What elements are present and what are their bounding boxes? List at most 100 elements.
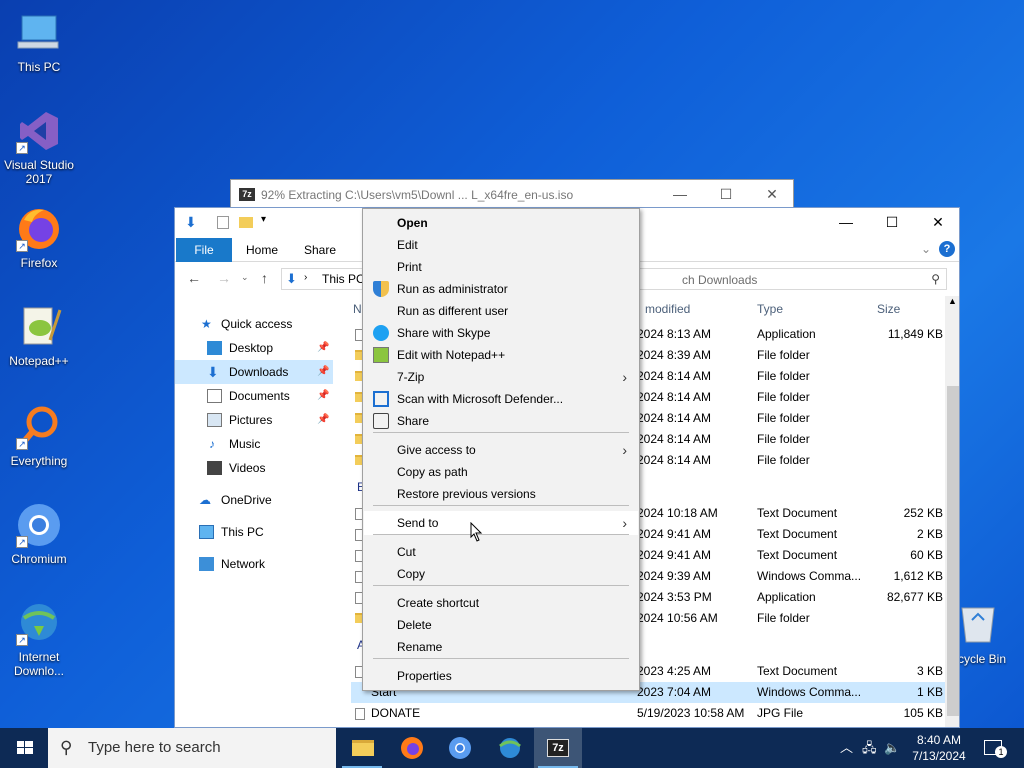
show-hidden-icons-icon[interactable]: ︿: [840, 728, 853, 768]
desktop-icon-internet-download-manager[interactable]: ↗ Internet Downlo...: [1, 600, 77, 678]
nav-item-downloads[interactable]: ⬇ Downloads 📌: [175, 360, 333, 384]
desktop-icon-notepadpp[interactable]: Notepad++: [1, 304, 77, 368]
7zip-logo-icon: 7z: [547, 739, 569, 757]
menu-item-copy[interactable]: Copy: [365, 563, 637, 585]
menu-item-delete[interactable]: Delete: [365, 614, 637, 636]
quick-access-dropdown-icon[interactable]: ▾: [261, 214, 266, 225]
maximize-button[interactable]: ☐: [869, 208, 915, 238]
desktop-icon-chromium[interactable]: ↗ Chromium: [1, 502, 77, 566]
column-size[interactable]: Size: [877, 302, 900, 316]
menu-item-label: Share with Skype: [397, 326, 491, 340]
chevron-right-icon: ›: [622, 369, 627, 385]
star-icon: ★: [201, 317, 212, 331]
scroll-up-icon[interactable]: ▲: [948, 296, 957, 306]
menu-item-label: Properties: [397, 669, 452, 683]
menu-item-print[interactable]: Print: [365, 256, 637, 278]
menu-item-run-as-administrator[interactable]: Run as administrator: [365, 278, 637, 300]
menu-item-7-zip[interactable]: 7-Zip ›: [365, 366, 637, 388]
expand-ribbon-icon[interactable]: ⌄: [921, 242, 931, 256]
menu-item-edit[interactable]: Edit: [365, 234, 637, 256]
notification-center-icon[interactable]: 1: [984, 740, 1007, 758]
nav-item-music[interactable]: ♪ Music: [175, 432, 333, 456]
back-arrow-icon[interactable]: ←: [187, 270, 201, 286]
forward-arrow-icon[interactable]: →: [217, 270, 231, 286]
menu-item-give-access-to[interactable]: Give access to ›: [365, 439, 637, 461]
share-icon: [373, 413, 389, 429]
table-row[interactable]: DONATE 5/19/2023 10:58 AM JPG File 105 KB: [351, 703, 947, 724]
row-date-modified: 2024 9:41 AM: [637, 548, 712, 562]
nav-item-pictures[interactable]: Pictures 📌: [175, 408, 333, 432]
properties-checkbox-icon[interactable]: [217, 216, 229, 229]
nav-item-onedrive[interactable]: ☁ OneDrive: [175, 488, 333, 512]
tab-file[interactable]: File: [176, 238, 232, 262]
menu-separator: [373, 658, 629, 659]
new-folder-icon[interactable]: [239, 217, 253, 228]
scrollbar-thumb[interactable]: [947, 386, 959, 716]
nav-item-label: Downloads: [229, 365, 289, 379]
taskbar-7zip[interactable]: 7z: [534, 728, 582, 768]
tab-home[interactable]: Home: [246, 238, 278, 262]
row-date-modified: 2024 9:39 AM: [637, 569, 712, 583]
everything-search-icon: ↗: [16, 404, 62, 450]
desktop-icon-this-pc[interactable]: This PC: [1, 10, 77, 74]
menu-item-label: Print: [397, 260, 422, 274]
recent-locations-icon[interactable]: ⌄: [241, 272, 249, 283]
up-arrow-icon[interactable]: ↑: [261, 270, 268, 286]
menu-item-edit-with-notepad[interactable]: Edit with Notepad++: [365, 344, 637, 366]
menu-item-scan-with-microsoft-defender[interactable]: Scan with Microsoft Defender...: [365, 388, 637, 410]
menu-item-run-as-different-user[interactable]: Run as different user: [365, 300, 637, 322]
taskbar-search-placeholder: Type here to search: [88, 739, 221, 756]
menu-item-rename[interactable]: Rename: [365, 636, 637, 658]
column-type[interactable]: Type: [757, 302, 783, 316]
column-name[interactable]: N: [353, 302, 362, 316]
desktop-icon-everything[interactable]: ↗ Everything: [1, 404, 77, 468]
menu-item-share-with-skype[interactable]: Share with Skype: [365, 322, 637, 344]
menu-item-share[interactable]: Share: [365, 410, 637, 432]
minimize-button[interactable]: —: [823, 208, 869, 238]
menu-item-copy-as-path[interactable]: Copy as path: [365, 461, 637, 483]
desktop-icon-firefox[interactable]: ↗ Firefox: [1, 206, 77, 270]
row-date-modified: 2023 4:25 AM: [637, 664, 712, 678]
taskbar-internet-download-manager[interactable]: [486, 728, 534, 768]
menu-item-create-shortcut[interactable]: Create shortcut: [365, 592, 637, 614]
menu-item-label: Open: [397, 216, 428, 230]
menu-item-label: Send to: [397, 516, 439, 530]
recycle-bin-label: cycle Bin: [958, 652, 1007, 666]
help-icon[interactable]: ?: [939, 241, 955, 257]
menu-item-open[interactable]: Open: [365, 212, 637, 234]
taskbar-chromium[interactable]: [436, 728, 484, 768]
taskbar-clock[interactable]: 8:40 AM 7/13/2024: [904, 732, 974, 764]
nav-item-documents[interactable]: Documents 📌: [175, 384, 333, 408]
shield-icon: [373, 281, 389, 297]
network-status-icon[interactable]: 🖧: [862, 728, 877, 768]
chromium-icon: [449, 737, 471, 759]
vertical-scrollbar[interactable]: ▲: [945, 296, 959, 727]
breadcrumb-this-pc[interactable]: This PC: [322, 272, 365, 286]
maximize-button[interactable]: ☐: [703, 180, 749, 210]
volume-muted-icon[interactable]: 🔈: [884, 728, 900, 768]
taskbar-search-box[interactable]: ⚲ Type here to search: [48, 728, 336, 768]
desktop-icon-visual-studio[interactable]: ↗ Visual Studio 2017: [1, 108, 77, 186]
close-button[interactable]: ✕: [915, 208, 959, 238]
zip-extract-window[interactable]: 7z 92% Extracting C:\Users\vm5\Downl ...…: [230, 179, 794, 209]
taskbar-file-explorer[interactable]: [338, 728, 386, 768]
menu-item-properties[interactable]: Properties: [365, 665, 637, 687]
search-input[interactable]: ch Downloads ⚲: [633, 268, 947, 290]
nav-item-this-pc[interactable]: This PC: [175, 520, 333, 544]
taskbar-firefox[interactable]: [388, 728, 436, 768]
minimize-button[interactable]: —: [657, 180, 703, 210]
nav-item-videos[interactable]: Videos: [175, 456, 333, 480]
menu-item-label: Scan with Microsoft Defender...: [397, 392, 564, 406]
nav-item-network[interactable]: Network: [175, 552, 333, 576]
row-type: Text Document: [757, 664, 838, 678]
shortcut-arrow-icon: ↗: [16, 142, 28, 154]
nav-item-desktop[interactable]: Desktop 📌: [175, 336, 333, 360]
nav-item-quick-access[interactable]: ★ Quick access: [175, 312, 333, 336]
start-button[interactable]: [0, 728, 48, 768]
menu-item-cut[interactable]: Cut: [365, 541, 637, 563]
menu-item-restore-previous-versions[interactable]: Restore previous versions: [365, 483, 637, 505]
column-date-modified[interactable]: modified: [645, 302, 690, 316]
menu-item-send-to[interactable]: Send to ›: [364, 511, 638, 535]
tab-share[interactable]: Share: [304, 238, 336, 262]
close-button[interactable]: ✕: [749, 180, 795, 210]
